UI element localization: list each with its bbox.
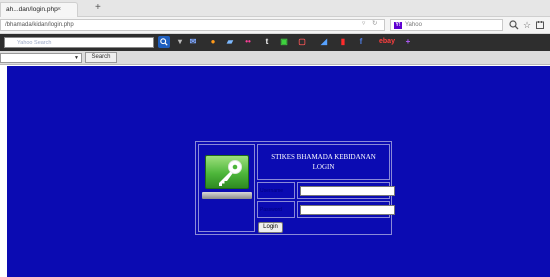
dropdown-arrow-icon[interactable]: ▿ bbox=[362, 19, 365, 27]
toolbar-search-input[interactable]: Yahoo Search bbox=[4, 37, 154, 48]
search-button[interactable]: Search bbox=[85, 52, 117, 63]
ebay-icon[interactable]: ebay bbox=[378, 37, 396, 47]
games-icon[interactable]: ▣ bbox=[279, 37, 289, 47]
login-title-line2: LOGIN bbox=[312, 163, 335, 171]
username-input[interactable] bbox=[300, 186, 395, 196]
new-tab-button[interactable]: + bbox=[95, 2, 101, 14]
logo-base bbox=[202, 192, 252, 199]
key-icon bbox=[205, 155, 249, 189]
tab-title: ah...dan/login.php bbox=[6, 6, 58, 13]
search-engine-icon: Y! bbox=[394, 22, 402, 29]
flickr-icon[interactable]: •• bbox=[243, 37, 253, 47]
password-input[interactable] bbox=[300, 205, 395, 215]
login-title-line1: STIKES BHAMADA KEBIDANAN bbox=[271, 153, 376, 161]
password-input-cell bbox=[297, 201, 395, 218]
username-label-cell: Username bbox=[257, 182, 295, 199]
bookmark-star-icon[interactable]: ☆ bbox=[521, 19, 533, 31]
browser-tab[interactable]: ah...dan/login.php × bbox=[0, 2, 78, 17]
page-content: STIKES BHAMADA KEBIDANAN LOGIN Username … bbox=[7, 66, 550, 277]
title-cell: STIKES BHAMADA KEBIDANAN LOGIN bbox=[257, 144, 390, 180]
news-icon[interactable]: ◢ bbox=[319, 37, 329, 47]
username-input-cell bbox=[297, 182, 395, 199]
chevron-down-icon: ▼ bbox=[74, 55, 79, 61]
address-url: /bhamada/kidan/login.php bbox=[5, 22, 74, 28]
search-toolbar: Yahoo Search ▾ ✉ ● ▰ •• t ▣ ▢ ◢ ▮ f ebay… bbox=[0, 34, 550, 51]
add-icon[interactable]: + bbox=[403, 37, 413, 47]
login-table: STIKES BHAMADA KEBIDANAN LOGIN Username … bbox=[195, 141, 395, 235]
navigation-bar: /bhamada/kidan/login.php ▿ ↻ Y! Yahoo ☆ bbox=[0, 17, 550, 34]
facebook-icon[interactable]: f bbox=[356, 37, 366, 47]
tumblr-icon[interactable]: t bbox=[262, 37, 272, 47]
login-button[interactable]: Login bbox=[258, 222, 283, 233]
password-label-cell: Password bbox=[257, 201, 295, 218]
close-tab-icon[interactable]: × bbox=[57, 6, 61, 13]
engine-row: ▼ Search bbox=[0, 51, 550, 65]
logo-cell bbox=[198, 144, 255, 232]
reload-icon[interactable]: ↻ bbox=[372, 19, 377, 27]
mail-icon[interactable]: ✉ bbox=[188, 37, 198, 47]
search-placeholder: Yahoo bbox=[405, 22, 422, 28]
calendar-icon[interactable]: ▢ bbox=[297, 37, 307, 47]
search-icon[interactable] bbox=[508, 19, 520, 31]
address-bar[interactable]: /bhamada/kidan/login.php bbox=[0, 19, 385, 31]
password-label: Password bbox=[260, 207, 282, 213]
toolbar-search-button[interactable] bbox=[158, 36, 170, 48]
bookmark-icon[interactable]: ▮ bbox=[338, 37, 348, 47]
dropdown-icon[interactable]: ▾ bbox=[175, 37, 185, 47]
search-bar[interactable]: Y! Yahoo bbox=[390, 19, 503, 31]
messenger-icon[interactable]: ▰ bbox=[225, 37, 235, 47]
login-title: STIKES BHAMADA KEBIDANAN LOGIN bbox=[258, 152, 389, 172]
weather-icon[interactable]: ● bbox=[208, 37, 218, 47]
tab-strip: ah...dan/login.php × + bbox=[0, 0, 550, 17]
username-label: Username bbox=[260, 188, 284, 194]
library-icon[interactable] bbox=[534, 19, 546, 31]
toolbar-search-placeholder: Yahoo Search bbox=[17, 40, 52, 46]
engine-select[interactable]: ▼ bbox=[0, 53, 82, 63]
